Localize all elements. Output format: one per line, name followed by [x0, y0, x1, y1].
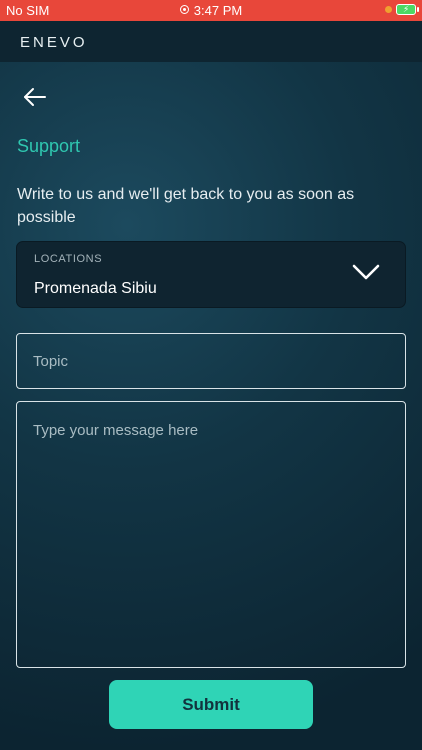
- location-dropdown[interactable]: LOCATIONS Promenada Sibiu: [16, 241, 406, 308]
- topic-input[interactable]: Topic: [16, 333, 406, 389]
- message-placeholder: Type your message here: [33, 422, 199, 439]
- page-title: Support: [17, 136, 81, 156]
- status-icons: ⚡: [385, 4, 419, 15]
- message-textarea[interactable]: Type your message here: [16, 401, 406, 668]
- topic-placeholder: Topic: [33, 353, 69, 370]
- submit-button[interactable]: Submit: [109, 680, 313, 729]
- location-indicator-icon: [385, 6, 392, 13]
- clock: 3:47 PM: [0, 3, 422, 18]
- app-logo: ENEVO: [20, 34, 88, 51]
- time-text: 3:47 PM: [193, 3, 243, 18]
- location-selected-value: Promenada Sibiu: [34, 280, 157, 297]
- page-subtitle: Write to us and we'll get back to you as…: [17, 186, 355, 226]
- status-bar: No SIM 3:47 PM ⚡: [0, 0, 422, 21]
- chevron-down-icon: [352, 264, 380, 280]
- battery-icon: ⚡: [396, 4, 419, 15]
- app-header: ENEVO: [0, 21, 422, 62]
- location-label: LOCATIONS: [34, 253, 103, 265]
- back-arrow-icon[interactable]: [22, 84, 48, 110]
- screen-recording-icon: [179, 5, 189, 14]
